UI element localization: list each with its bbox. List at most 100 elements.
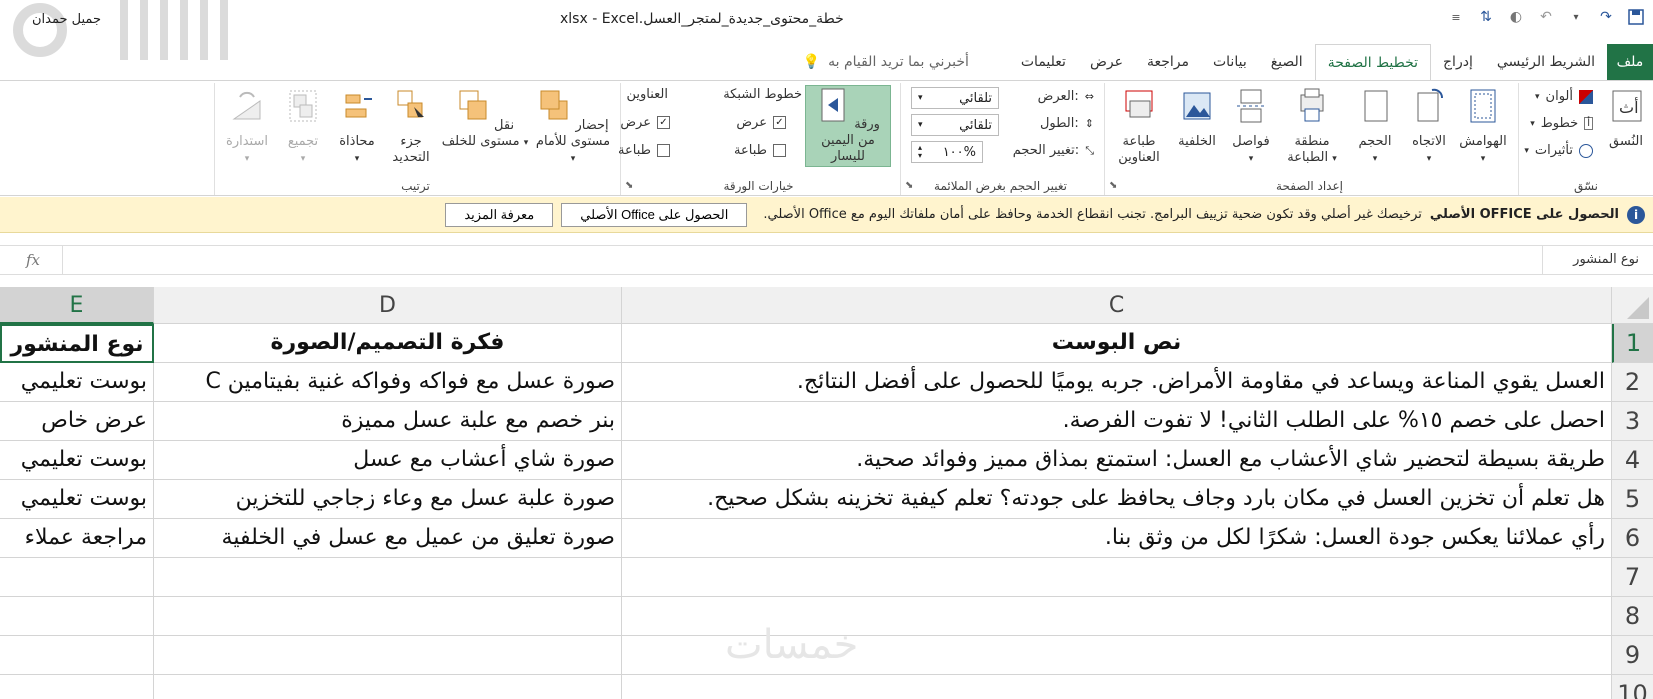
- row-header[interactable]: 8: [1612, 597, 1653, 636]
- column-header-e[interactable]: E: [0, 287, 154, 324]
- empty-cell[interactable]: [622, 675, 1612, 699]
- empty-cell[interactable]: [622, 558, 1612, 597]
- breaks-button[interactable]: فواصل ▾: [1225, 87, 1277, 167]
- chevron-down-icon[interactable]: ▾: [1567, 8, 1585, 26]
- print-area-button[interactable]: منطقة الطباعة ▾: [1277, 87, 1347, 167]
- empty-cell[interactable]: [154, 558, 622, 597]
- insert-function-icon[interactable]: fx: [26, 251, 40, 269]
- sort-icon[interactable]: ⇅: [1477, 8, 1495, 26]
- table-cell[interactable]: صورة علبة عسل مع وعاء زجاجي للتخزين: [154, 480, 622, 519]
- group-button[interactable]: تجميع ▾: [277, 87, 329, 167]
- background-button[interactable]: الخلفية: [1171, 87, 1223, 150]
- table-cell[interactable]: عرض خاص: [0, 402, 154, 441]
- gridlines-print-checkbox[interactable]: [773, 144, 786, 157]
- row-header[interactable]: 10: [1612, 675, 1653, 699]
- empty-cell[interactable]: [0, 597, 154, 636]
- dialog-launcher-icon[interactable]: ⬊: [1109, 180, 1117, 191]
- empty-cell[interactable]: [0, 636, 154, 675]
- redo-icon[interactable]: ↷: [1597, 8, 1615, 26]
- table-cell[interactable]: بنر خصم مع علبة عسل مميزة: [154, 402, 622, 441]
- row-header[interactable]: 4: [1612, 441, 1653, 480]
- table-cell[interactable]: بوست تعليمي: [0, 441, 154, 480]
- fonts-button[interactable]: أ خطوط ▾: [1530, 116, 1593, 131]
- table-cell[interactable]: بوست تعليمي: [0, 480, 154, 519]
- row-header[interactable]: 9: [1612, 636, 1653, 675]
- width-dropdown[interactable]: تلقائي ▾: [911, 87, 999, 109]
- table-cell[interactable]: طريقة بسيطة لتحضير شاي الأعشاب مع العسل:…: [622, 441, 1612, 480]
- empty-cell[interactable]: [154, 597, 622, 636]
- column-header-d[interactable]: D: [154, 287, 622, 324]
- dialog-launcher-icon[interactable]: ⬊: [625, 180, 633, 191]
- scale-icon: ⤡: [1085, 143, 1094, 157]
- customize-qat-icon[interactable]: ≡: [1447, 8, 1465, 26]
- table-header-cell[interactable]: فكرة التصميم/الصورة: [154, 324, 622, 363]
- tab-review[interactable]: مراجعة: [1135, 44, 1201, 80]
- selection-pane-button[interactable]: جزء التحديد: [385, 87, 437, 166]
- table-cell[interactable]: مراجعة عملاء: [0, 519, 154, 558]
- height-dropdown[interactable]: تلقائي ▾: [911, 114, 999, 136]
- colors-button[interactable]: ألوان ▾: [1535, 89, 1593, 104]
- send-backward-button[interactable]: نقل مستوى للخلف ▾: [441, 87, 529, 151]
- headings-print-checkbox[interactable]: [657, 144, 670, 157]
- row-header[interactable]: 3: [1612, 402, 1653, 441]
- formula-input[interactable]: [62, 246, 1543, 274]
- touch-mode-icon[interactable]: ◐: [1507, 8, 1525, 26]
- rotate-button[interactable]: استدارة ▾: [221, 87, 273, 167]
- table-header-cell-selected[interactable]: نوع المنشور: [0, 324, 154, 363]
- empty-cell[interactable]: [0, 675, 154, 699]
- table-cell[interactable]: صورة شاي أعشاب مع عسل: [154, 441, 622, 480]
- tab-view[interactable]: عرض: [1078, 44, 1135, 80]
- column-header-c[interactable]: C: [622, 287, 1612, 324]
- headings-view[interactable]: ✓ عرض: [620, 115, 670, 130]
- user-name[interactable]: جميل حمدان: [32, 12, 101, 27]
- row-header[interactable]: 2: [1612, 363, 1653, 402]
- tab-formulas[interactable]: الصيغ: [1259, 44, 1315, 80]
- tab-data[interactable]: بيانات: [1201, 44, 1259, 80]
- sheet-right-to-left-button[interactable]: ورقة من اليمين لليسار: [805, 85, 891, 167]
- tab-file[interactable]: ملف: [1607, 44, 1653, 80]
- tab-home[interactable]: الشريط الرئيسي: [1485, 44, 1607, 80]
- gridlines-print[interactable]: طباعة: [734, 143, 786, 158]
- table-cell[interactable]: احصل على خصم ١٥% على الطلب الثاني! لا تف…: [622, 402, 1612, 441]
- tab-help[interactable]: تعليمات: [1009, 44, 1078, 80]
- align-button[interactable]: محاذاة ▾: [331, 87, 383, 167]
- dialog-launcher-icon[interactable]: ⬊: [905, 180, 913, 191]
- empty-cell[interactable]: [154, 675, 622, 699]
- table-cell[interactable]: هل تعلم أن تخزين العسل في مكان بارد وجاف…: [622, 480, 1612, 519]
- svg-text:أث: أث: [1619, 97, 1639, 117]
- gridlines-view[interactable]: ✓ عرض: [736, 115, 786, 130]
- tab-page-layout[interactable]: تخطيط الصفحة: [1314, 44, 1432, 80]
- gridlines-view-checkbox[interactable]: ✓: [773, 116, 786, 129]
- table-cell[interactable]: رأي عملائنا يعكس جودة العسل: شكرًا لكل م…: [622, 519, 1612, 558]
- tell-me-box[interactable]: 💡 أخبرني بما تريد القيام به: [803, 44, 969, 80]
- tab-insert[interactable]: إدراج: [1431, 44, 1485, 80]
- bring-forward-button[interactable]: إحضار مستوى للأمام ▾: [533, 87, 613, 167]
- select-all-button[interactable]: [1612, 287, 1653, 324]
- scale-stepper[interactable]: ١٠٠% ▴ ▾: [911, 141, 983, 163]
- row-header[interactable]: 1: [1612, 324, 1653, 363]
- empty-cell[interactable]: [0, 558, 154, 597]
- undo-icon[interactable]: ↶: [1537, 8, 1555, 26]
- table-cell[interactable]: بوست تعليمي: [0, 363, 154, 402]
- row-header[interactable]: 6: [1612, 519, 1653, 558]
- table-cell[interactable]: صورة تعليق من عميل مع عسل في الخلفية: [154, 519, 622, 558]
- row-header[interactable]: 5: [1612, 480, 1653, 519]
- headings-view-checkbox[interactable]: ✓: [657, 116, 670, 129]
- name-box[interactable]: نوع المنشور: [1553, 246, 1653, 274]
- table-cell[interactable]: صورة عسل مع فواكه وفواكه غنية بفيتامين C: [154, 363, 622, 402]
- ribbon-tabs: ملف الشريط الرئيسي إدراج تخطيط الصفحة ال…: [0, 44, 1653, 80]
- learn-more-button[interactable]: معرفة المزيد: [445, 202, 554, 227]
- empty-cell[interactable]: [154, 636, 622, 675]
- margins-button[interactable]: الهوامش ▾: [1457, 87, 1509, 167]
- themes-button[interactable]: أث النُسق: [1599, 87, 1653, 150]
- table-header-cell[interactable]: نص البوست: [622, 324, 1612, 363]
- orientation-button[interactable]: الاتجاه ▾: [1403, 87, 1455, 167]
- size-button[interactable]: الحجم ▾: [1349, 87, 1401, 167]
- print-titles-button[interactable]: طباعة العناوين: [1109, 87, 1169, 166]
- headings-print[interactable]: طباعة: [618, 143, 670, 158]
- table-cell[interactable]: العسل يقوي المناعة ويساعد في مقاومة الأم…: [622, 363, 1612, 402]
- row-header[interactable]: 7: [1612, 558, 1653, 597]
- effects-button[interactable]: تأثيرات ▾: [1524, 143, 1593, 158]
- get-genuine-office-button[interactable]: الحصول على Office الأصلي: [561, 202, 748, 227]
- save-icon[interactable]: [1627, 8, 1645, 26]
